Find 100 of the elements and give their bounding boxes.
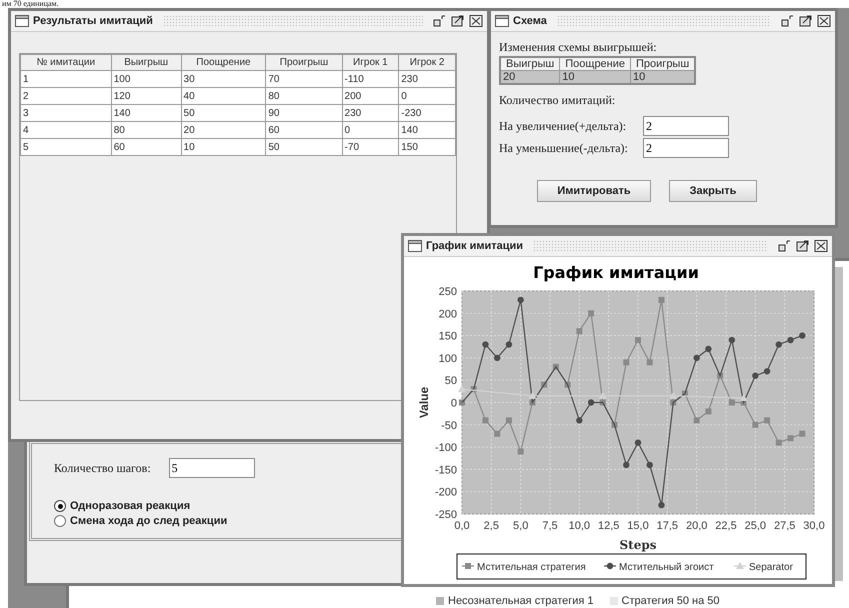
table-cell: 100 — [111, 70, 182, 88]
y-tick-label: -200 — [434, 486, 457, 499]
table-cell: 140 — [398, 122, 456, 138]
maximize-icon[interactable] — [451, 15, 465, 27]
x-tick-label: 20,0 — [686, 520, 708, 532]
table-cell: 50 — [266, 138, 342, 156]
column-header[interactable]: Выигрыш — [500, 57, 560, 70]
column-header[interactable]: Выигрыш — [111, 54, 182, 70]
table-cell: 70 — [266, 70, 342, 88]
window-title: Результаты имитаций — [33, 15, 153, 27]
chart-title: График имитации — [533, 263, 699, 282]
column-header[interactable]: Проигрыш — [266, 54, 342, 70]
y-tick-label: -100 — [434, 442, 457, 454]
maximize-icon[interactable] — [799, 15, 813, 27]
table-cell: 20 — [500, 70, 560, 84]
data-point — [658, 502, 665, 508]
data-point — [576, 417, 583, 424]
field-label: На уменьшение(-дельта): — [499, 140, 629, 156]
input-field[interactable]: 2 — [643, 138, 729, 158]
data-point — [494, 430, 500, 437]
data-point — [776, 341, 782, 348]
x-tick-label: 17,5 — [656, 520, 678, 532]
table-cell: 90 — [266, 104, 342, 122]
x-axis-title: Steps — [620, 538, 656, 552]
table-cell: 230 — [398, 70, 456, 88]
x-tick-label: 2,5 — [484, 520, 499, 532]
minimize-icon[interactable] — [433, 15, 447, 27]
data-point — [517, 296, 524, 304]
data-point — [635, 337, 641, 344]
y-tick-label: 250 — [438, 286, 457, 298]
data-point — [787, 336, 794, 344]
radio-button[interactable] — [54, 515, 66, 527]
dialog-button[interactable]: Имитировать — [537, 180, 651, 202]
document-text: им 70 единицам. — [2, 0, 59, 8]
y-tick-label: 200 — [438, 308, 457, 320]
x-tick-label: 25,0 — [744, 520, 766, 532]
minimize-icon[interactable] — [781, 15, 795, 27]
table-cell: 150 — [398, 138, 456, 156]
table-cell: 60 — [111, 138, 182, 156]
data-point — [494, 354, 500, 362]
data-point — [506, 341, 512, 348]
table-cell: 60 — [266, 122, 342, 138]
column-header[interactable]: Проигрыш — [630, 57, 696, 70]
table-cell: -230 — [398, 104, 456, 122]
table-cell: -70 — [342, 138, 399, 156]
column-header[interactable]: № имитации — [20, 54, 112, 70]
data-point — [799, 332, 806, 339]
square-marker-icon — [462, 563, 474, 569]
count-label: Количество имитаций: — [499, 93, 616, 108]
table-cell: 0 — [342, 122, 399, 138]
legend-label: Separator — [749, 562, 793, 573]
column-header[interactable]: Игрок 2 — [398, 54, 456, 70]
scheme-caption: Изменения схемы выигрышей: — [499, 40, 657, 55]
close-icon[interactable] — [817, 15, 831, 27]
table-cell: 230 — [342, 104, 399, 122]
radio-label[interactable]: Смена хода до след реакции — [70, 515, 228, 527]
legend-label: Стратегия 50 на 50 — [622, 595, 720, 607]
data-point — [705, 346, 712, 352]
x-tick-label: 5,0 — [513, 520, 528, 532]
table-cell: 1 — [20, 70, 112, 88]
data-point — [646, 462, 653, 468]
y-tick-label: -150 — [434, 464, 457, 476]
radio-button[interactable] — [54, 500, 66, 512]
data-point — [634, 439, 642, 446]
table-cell: 50 — [181, 104, 266, 122]
triangle-marker-icon — [734, 562, 746, 569]
table-cell: 4 — [20, 122, 112, 138]
steps-input[interactable]: 5 — [168, 458, 255, 478]
table-cell: 5 — [20, 138, 112, 156]
table-cell: 200 — [342, 88, 399, 104]
column-header[interactable]: Поощрение — [560, 57, 631, 70]
x-tick-label: 10,0 — [568, 520, 590, 532]
maximize-icon[interactable] — [796, 240, 810, 252]
x-tick-label: 15,0 — [627, 520, 649, 532]
window-icon — [408, 240, 422, 252]
y-tick-label: 150 — [438, 330, 457, 343]
data-point — [764, 368, 770, 374]
y-tick-label: 50 — [444, 375, 457, 388]
window-icon — [495, 15, 509, 27]
window-icon — [15, 15, 29, 27]
close-icon[interactable] — [469, 15, 483, 27]
legend-label: Несознательная стратегия 1 — [448, 595, 594, 607]
column-header[interactable]: Поощрение — [181, 54, 266, 70]
x-tick-label: 27,5 — [774, 520, 796, 532]
table-cell: 0 — [398, 88, 456, 104]
column-header[interactable]: Игрок 1 — [342, 54, 399, 70]
minimize-icon[interactable] — [778, 240, 792, 252]
y-tick-label: 100 — [438, 352, 457, 365]
table-cell: 40 — [181, 88, 266, 104]
x-tick-label: 12,5 — [598, 520, 620, 532]
table-cell: 80 — [266, 88, 342, 104]
input-field[interactable]: 2 — [643, 116, 729, 136]
steps-label: Количество шагов: — [54, 460, 151, 476]
table-cell: 140 — [111, 104, 182, 122]
data-point — [693, 354, 700, 362]
close-icon[interactable] — [814, 240, 828, 252]
data-point — [788, 435, 794, 442]
radio-label[interactable]: Одноразовая реакция — [70, 500, 190, 512]
dialog-button[interactable]: Закрыть — [669, 180, 757, 202]
table-cell: 120 — [111, 88, 182, 104]
